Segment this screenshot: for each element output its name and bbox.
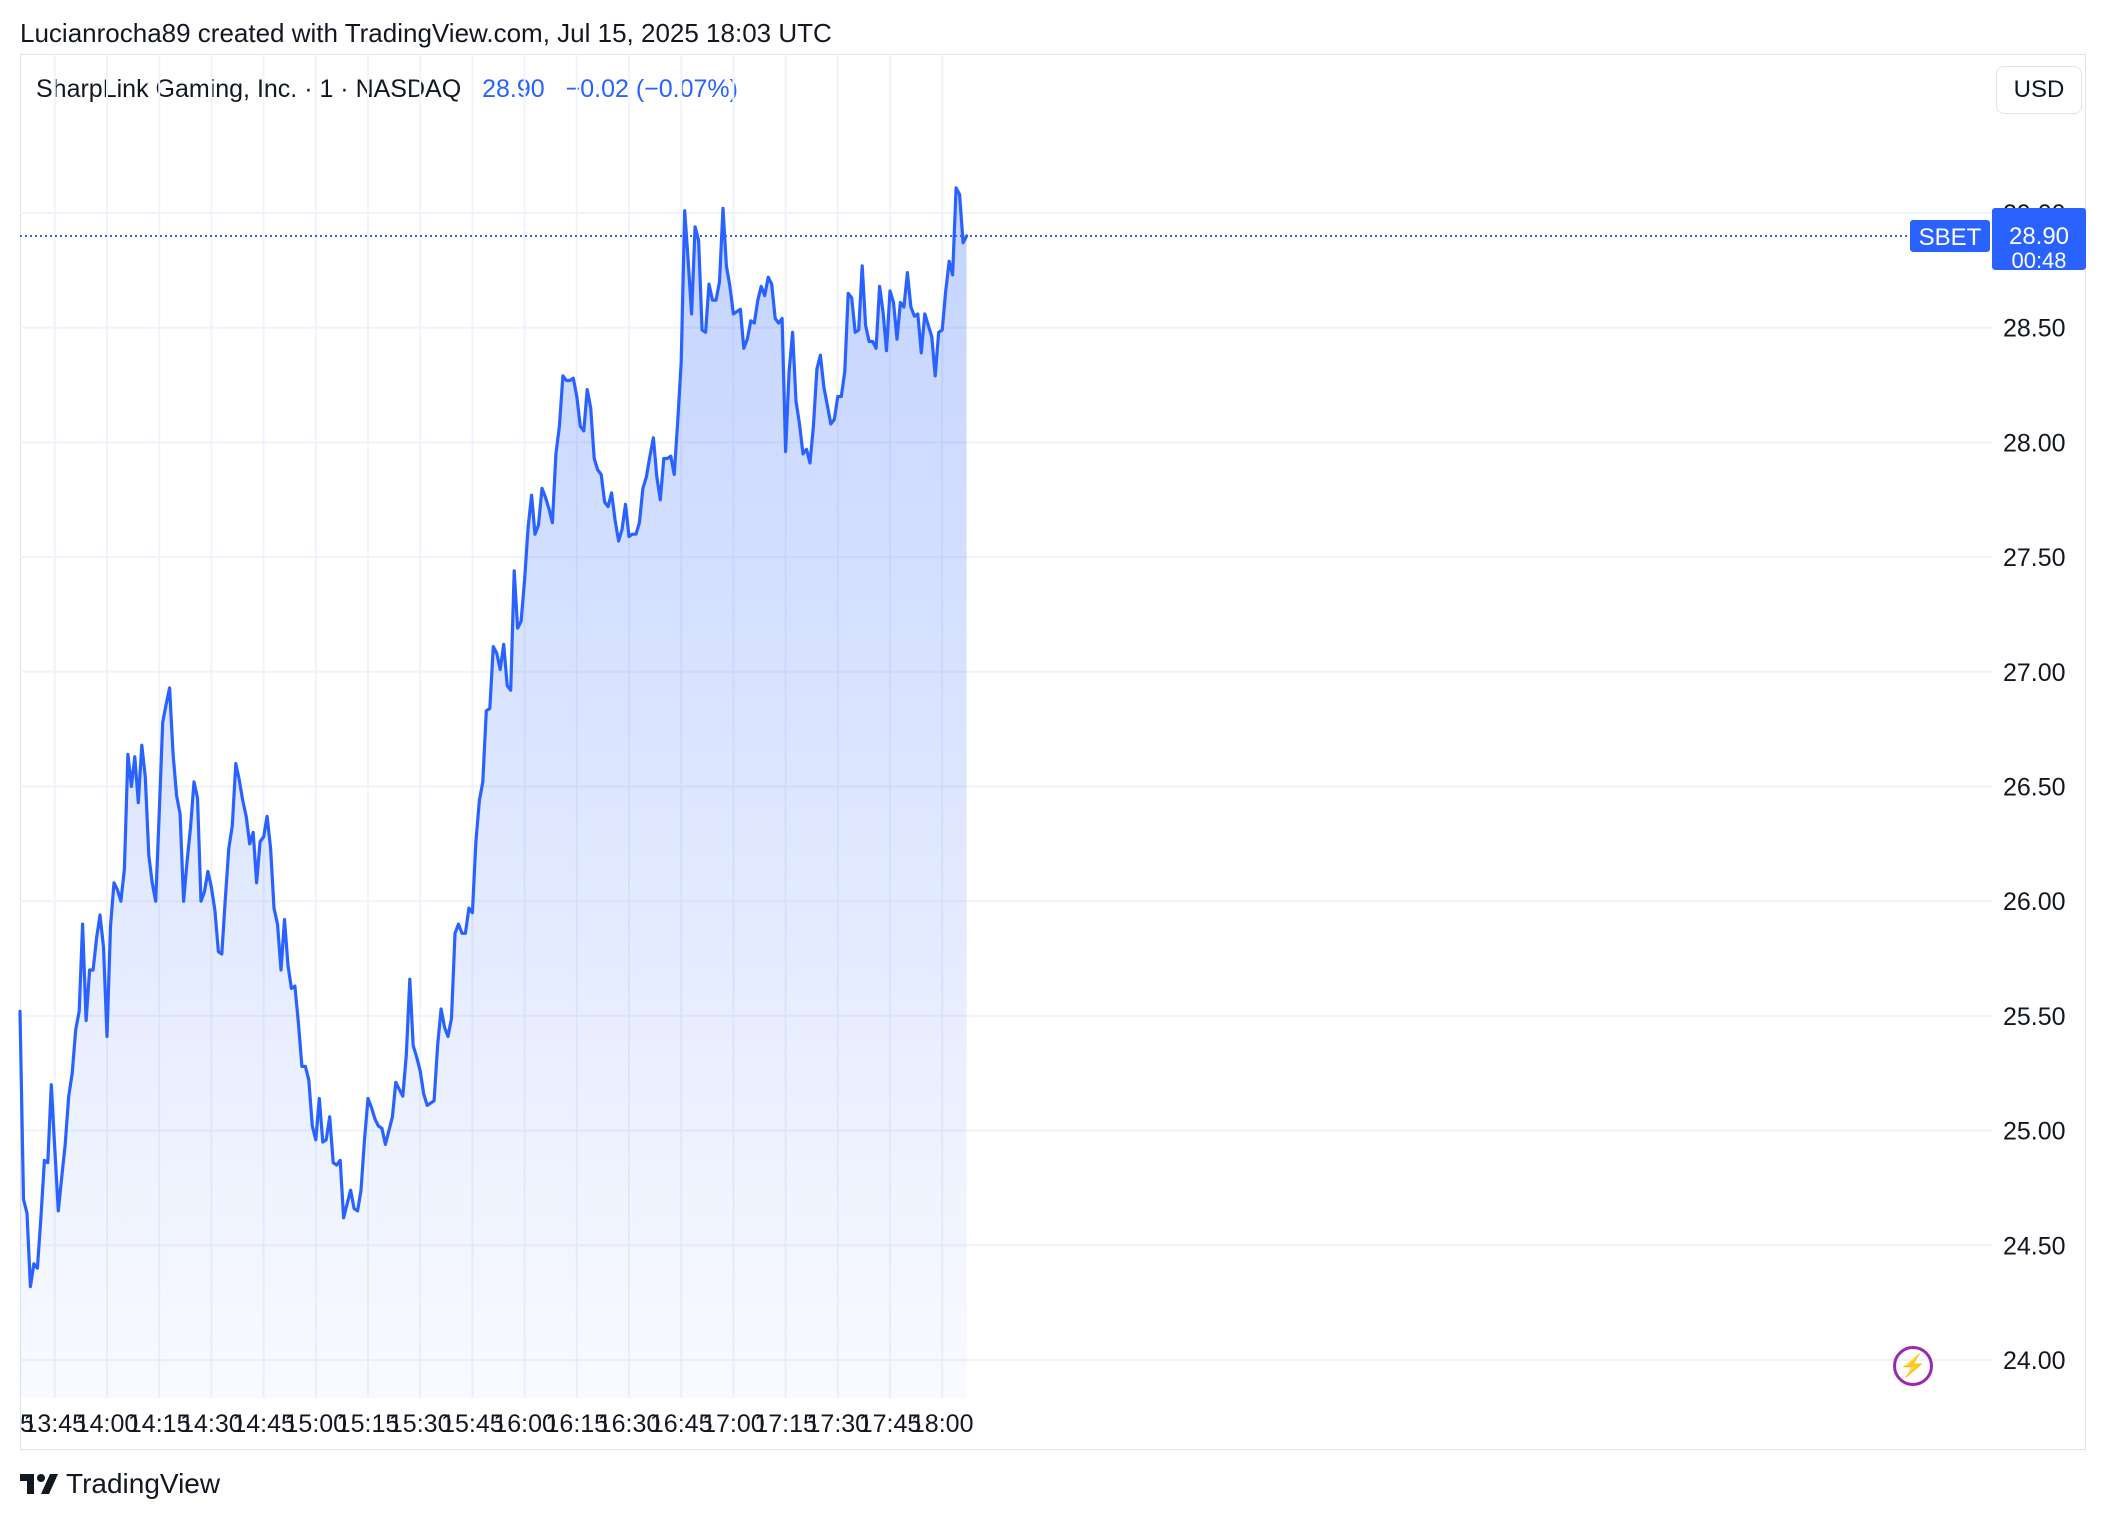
y-tick-label: 27.50 [2003,544,2066,572]
y-tick-label: 24.50 [2003,1232,2066,1260]
price-tag-countdown: 00:48 [2011,248,2066,273]
brand-name: TradingView [66,1468,221,1499]
price-chart[interactable]: 24.00 24.50 25.00 25.50 26.00 26.50 27.00 27.50… [0,0,2108,1518]
y-tick-label: 26.00 [2003,888,2066,916]
ticker-label: SBET [1919,224,1982,251]
y-tick-label: 25.00 [2003,1118,2066,1146]
y-tick-label: 25.50 [2003,1003,2066,1031]
brand-logo[interactable]: TradingView [20,1468,220,1500]
y-tick-label: 27.00 [2003,659,2066,687]
bolt-icon[interactable]: ⚡ [1893,1346,1933,1386]
x-tick-label: 18:00 [911,1410,974,1438]
y-tick-label: 26.50 [2003,774,2066,802]
tradingview-logo-icon [20,1474,58,1494]
y-tick-label: 28.00 [2003,429,2066,457]
y-tick-label: 24.00 [2003,1347,2066,1375]
price-area-fill [20,187,967,1398]
price-tag-value: 28.90 [2009,223,2069,250]
y-tick-label: 28.50 [2003,315,2066,343]
